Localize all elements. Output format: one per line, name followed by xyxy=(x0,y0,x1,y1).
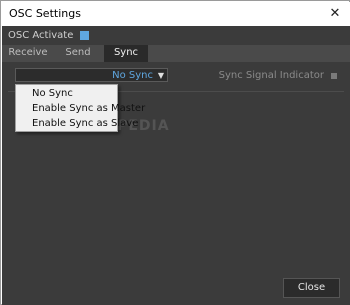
sync-mode-select[interactable]: No Sync ▼ xyxy=(15,68,168,82)
tab-bar: Receive Send Sync xyxy=(2,45,350,62)
osc-settings-window: OSC Settings ✕ OSC Activate Receive Send… xyxy=(0,0,350,305)
sync-signal-indicator-label: Sync Signal Indicator xyxy=(218,70,324,81)
tab-send[interactable]: Send xyxy=(58,45,98,62)
sync-panel: No Sync ▼ Sync Signal Indicator SOFTPEDI… xyxy=(2,62,350,305)
sync-signal-indicator-light xyxy=(331,73,337,79)
tab-sync[interactable]: Sync xyxy=(104,45,148,62)
close-button[interactable]: Close xyxy=(283,278,340,298)
osc-activate-label: OSC Activate xyxy=(8,30,74,41)
dropdown-option-no-sync[interactable]: No Sync xyxy=(16,86,117,101)
window-close-icon[interactable]: ✕ xyxy=(324,4,346,24)
dropdown-option-sync-slave[interactable]: Enable Sync as Slave xyxy=(16,116,138,131)
dialog-body: OSC Activate Receive Send Sync No Sync ▼… xyxy=(2,26,350,305)
tab-receive[interactable]: Receive xyxy=(2,45,54,62)
chevron-down-icon: ▼ xyxy=(157,71,164,80)
sync-mode-value: No Sync xyxy=(112,70,153,81)
sync-mode-dropdown-list: No Sync Enable Sync as Master Enable Syn… xyxy=(15,84,145,132)
dropdown-option-sync-master[interactable]: Enable Sync as Master xyxy=(16,101,145,116)
title-bar: OSC Settings ✕ xyxy=(2,2,350,26)
window-title: OSC Settings xyxy=(9,7,81,20)
osc-activate-checkbox[interactable] xyxy=(80,31,89,40)
